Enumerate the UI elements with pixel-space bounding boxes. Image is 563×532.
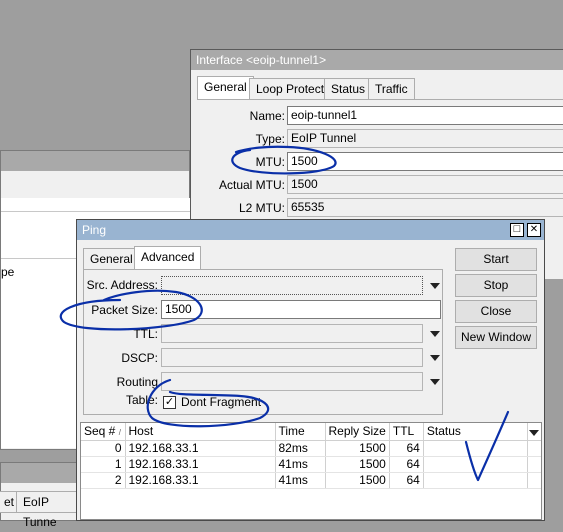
column-menu-dropdown[interactable] <box>527 423 541 441</box>
cell-filler <box>527 440 541 457</box>
tab-status[interactable]: Status <box>324 78 373 100</box>
start-button[interactable]: Start <box>455 248 537 271</box>
tab-general[interactable]: General <box>197 76 254 100</box>
cell-time: 82ms <box>275 440 326 457</box>
background-window-left-titlebar[interactable] <box>1 151 189 171</box>
cell-status <box>423 440 528 457</box>
new-window-button[interactable]: New Window <box>455 326 537 349</box>
name-label: Name: <box>249 109 285 123</box>
cell-host: 192.168.33.1 <box>125 440 276 457</box>
ping-results-table: Seq # / Host Time Reply Size TTL Status … <box>80 422 542 520</box>
ttl-label: TTL: <box>133 327 158 341</box>
column-header-reply-size[interactable]: Reply Size <box>325 423 390 441</box>
cell-host: 192.168.33.1 <box>125 456 276 473</box>
type-field: EoIP Tunnel <box>287 129 563 148</box>
close-button[interactable]: Close <box>455 300 537 323</box>
ping-advanced-panel: Src. Address: Packet Size: 1500 TTL: DSC… <box>83 269 443 415</box>
background-list-row-label: pe <box>1 265 15 279</box>
ping-window-titlebar[interactable]: Ping <box>77 220 544 240</box>
column-header-host[interactable]: Host <box>125 423 276 441</box>
packet-size-field[interactable]: 1500 <box>161 300 441 319</box>
ttl-field[interactable] <box>161 324 423 343</box>
l2-mtu-field: 65535 <box>287 198 563 217</box>
table-row[interactable]: 0 192.168.33.1 82ms 1500 64 <box>81 440 541 457</box>
cell-ttl: 64 <box>389 456 424 473</box>
background-window-bottom: et EoIP Tunne <box>0 462 80 529</box>
table-row[interactable]: 2 192.168.33.1 41ms 1500 64 <box>81 472 541 489</box>
type-label: Type: <box>255 132 285 146</box>
maximize-button[interactable]: □ <box>510 223 524 237</box>
name-field[interactable]: eoip-tunnel1 <box>287 106 563 125</box>
cell-seq: 2 <box>81 472 126 489</box>
background-window-bottom-titlebar[interactable] <box>1 463 79 483</box>
tab-background-eoip[interactable]: EoIP Tunne <box>16 491 79 529</box>
src-address-dropdown-icon[interactable] <box>430 283 440 289</box>
column-header-status[interactable]: Status <box>423 423 528 441</box>
packet-size-label: Packet Size: <box>91 303 158 317</box>
background-list-divider <box>1 211 191 212</box>
table-header-row: Seq # / Host Time Reply Size TTL Status <box>81 423 541 441</box>
cell-status <box>423 472 528 489</box>
mtu-label: MTU: <box>255 155 285 169</box>
cell-seq: 0 <box>81 440 126 457</box>
dscp-field[interactable] <box>161 348 423 367</box>
cell-filler <box>527 456 541 473</box>
routing-table-field[interactable] <box>161 372 423 391</box>
dont-fragment-label: Dont Fragment <box>181 395 262 409</box>
interface-window-titlebar[interactable]: Interface <eoip-tunnel1> <box>191 50 563 70</box>
cell-ttl: 64 <box>389 472 424 489</box>
stop-button[interactable]: Stop <box>455 274 537 297</box>
cell-status <box>423 456 528 473</box>
cell-reply-size: 1500 <box>325 440 390 457</box>
column-header-ttl[interactable]: TTL <box>389 423 424 441</box>
cell-ttl: 64 <box>389 440 424 457</box>
src-address-label: Src. Address: <box>86 278 158 292</box>
cell-reply-size: 1500 <box>325 472 390 489</box>
column-menu-dropdown-icon <box>528 430 539 437</box>
tab-ping-general[interactable]: General <box>83 248 140 270</box>
dont-fragment-checkbox[interactable]: ✓ <box>163 396 176 409</box>
dscp-label: DSCP: <box>121 351 158 365</box>
column-header-time[interactable]: Time <box>275 423 326 441</box>
column-header-seq-label: Seq # <box>84 424 116 439</box>
src-address-field[interactable] <box>161 276 423 295</box>
actual-mtu-field: 1500 <box>287 175 563 194</box>
column-header-seq[interactable]: Seq # / <box>81 423 126 441</box>
cell-time: 41ms <box>275 472 326 489</box>
l2-mtu-label: L2 MTU: <box>238 201 285 215</box>
actual-mtu-label: Actual MTU: <box>218 178 285 192</box>
ping-window: Ping □ ✕ General Advanced Src. Address: … <box>76 219 545 521</box>
cell-filler <box>527 472 541 489</box>
mtu-field[interactable]: 1500 <box>287 152 563 171</box>
table-row[interactable]: 1 192.168.33.1 41ms 1500 64 <box>81 456 541 473</box>
cell-reply-size: 1500 <box>325 456 390 473</box>
tab-loop-protect[interactable]: Loop Protect <box>249 78 332 100</box>
routing-table-label: Routing Table: <box>116 375 158 407</box>
dscp-dropdown-icon[interactable] <box>430 355 440 361</box>
cell-host: 192.168.33.1 <box>125 472 276 489</box>
routing-table-dropdown-icon[interactable] <box>430 379 440 385</box>
ttl-dropdown-icon[interactable] <box>430 331 440 337</box>
tab-traffic[interactable]: Traffic <box>368 78 415 100</box>
sort-icon: / <box>118 428 121 438</box>
close-window-button[interactable]: ✕ <box>527 223 541 237</box>
cell-time: 41ms <box>275 456 326 473</box>
cell-seq: 1 <box>81 456 126 473</box>
tab-ping-advanced[interactable]: Advanced <box>134 246 202 270</box>
